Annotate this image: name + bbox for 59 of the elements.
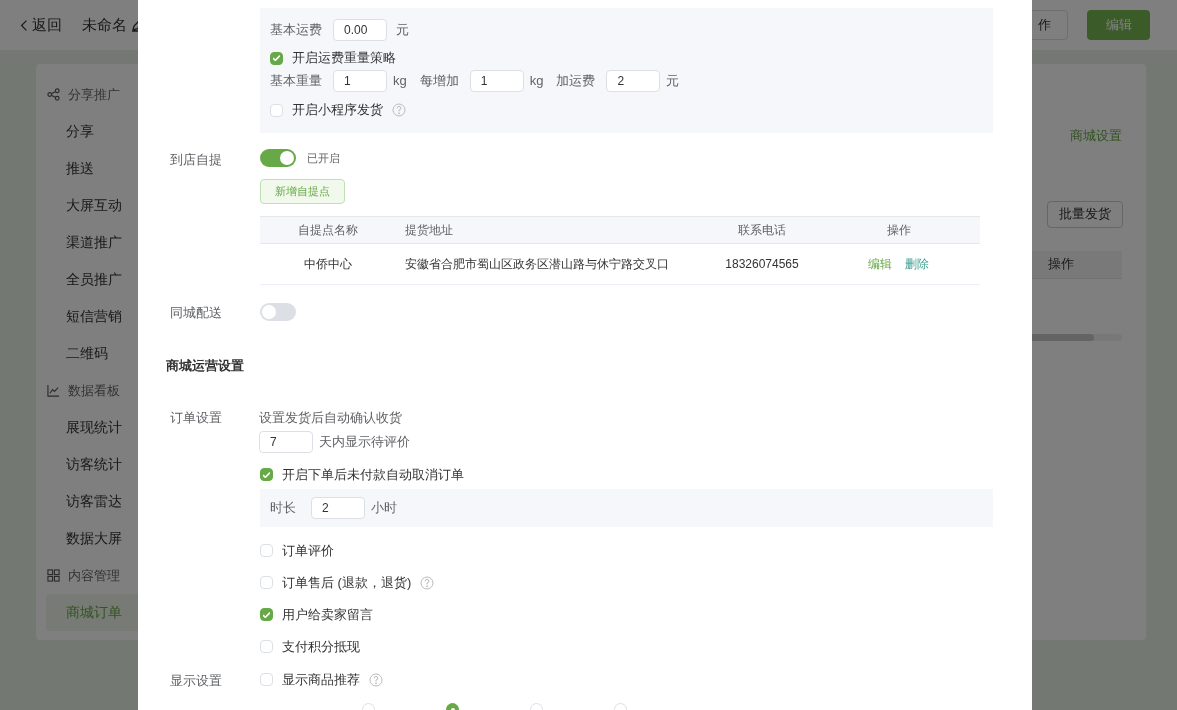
toggle-switch[interactable] bbox=[260, 149, 296, 167]
section-title: 商城运营设置 bbox=[165, 356, 245, 375]
checkbox[interactable] bbox=[260, 468, 273, 481]
number-field[interactable]: 2 bbox=[606, 70, 661, 92]
unit-label: 天内显示待评价 bbox=[319, 432, 410, 451]
check-icon bbox=[263, 471, 270, 478]
unit-label: 元 bbox=[666, 72, 680, 91]
number-field[interactable]: 1 bbox=[469, 70, 524, 92]
field-label: 时长 bbox=[270, 498, 296, 517]
field-label: 显示设置 bbox=[170, 672, 222, 688]
add-pickup-button[interactable]: 新增自提点 bbox=[260, 179, 345, 204]
edit-link[interactable]: 编辑 bbox=[868, 255, 892, 273]
toggle-status: 已开启 bbox=[307, 150, 340, 166]
field-label: 加运费 bbox=[556, 72, 596, 91]
checkbox-label: 订单评价 bbox=[282, 541, 334, 560]
table-header-cell-text: 联系电话 bbox=[737, 222, 787, 239]
checkbox-label: 用户给卖家留言 bbox=[282, 605, 373, 624]
number-field[interactable]: 0.00 bbox=[333, 19, 387, 41]
unit-label: 小时 bbox=[371, 498, 397, 517]
checkbox[interactable] bbox=[270, 51, 283, 65]
unit-label: kg bbox=[393, 72, 407, 91]
field-label: 基本重量 bbox=[270, 72, 323, 91]
checkbox-label: 支付积分抵现 bbox=[282, 637, 360, 656]
field-label: 基本运费 bbox=[270, 21, 323, 40]
back-link[interactable]: 返回 bbox=[20, 13, 62, 37]
table-header-cell-text: 提货地址 bbox=[404, 222, 454, 239]
number-field[interactable]: 7 bbox=[259, 430, 313, 453]
field-label: 订单设置 bbox=[170, 410, 222, 425]
checkbox-label: 订单售后 (退款，退货) bbox=[282, 573, 412, 592]
number-field[interactable]: 1 bbox=[333, 70, 387, 92]
table-cell-text: 中侨中心 bbox=[302, 256, 353, 273]
number-field[interactable]: 2 bbox=[311, 496, 365, 519]
check-icon bbox=[263, 611, 270, 618]
page-title: 未命名 bbox=[82, 14, 127, 35]
checkbox-label: 开启运费重量策略 bbox=[292, 49, 396, 68]
share-icon bbox=[47, 88, 60, 101]
table-header-cell-text: 操作 bbox=[885, 222, 912, 239]
delete-link[interactable]: 删除 bbox=[905, 255, 929, 273]
checkbox-label: 显示商品推荐 bbox=[282, 670, 360, 689]
sidebar-group-title: 内容管理 bbox=[68, 566, 120, 585]
check-icon bbox=[273, 55, 280, 61]
field-label: 到店自提 bbox=[170, 152, 222, 167]
sidebar-group-title: 数据看板 bbox=[68, 381, 120, 400]
toggle-switch[interactable] bbox=[260, 303, 296, 321]
field-label: 同城配送 bbox=[170, 305, 222, 320]
sidebar-group-title: 分享推广 bbox=[68, 85, 120, 104]
batch-ship-button[interactable]: 批量发货 bbox=[1047, 200, 1123, 228]
unit-label: kg bbox=[529, 72, 544, 91]
table-header-cell-text: 自提点名称 bbox=[296, 222, 359, 239]
checkbox-label: 开启小程序发货 bbox=[292, 101, 383, 120]
unit-label: 元 bbox=[396, 21, 409, 40]
line-chart-icon bbox=[47, 384, 60, 397]
checkbox-label: 开启下单后未付款自动取消订单 bbox=[282, 465, 464, 484]
grid-icon bbox=[47, 569, 60, 582]
table-cell-text: 18326074565 bbox=[724, 256, 800, 273]
chevron-left-icon bbox=[20, 18, 28, 32]
settings-text: 设置发货后自动确认收货 bbox=[259, 409, 403, 427]
field-label: 每增加 bbox=[419, 72, 459, 91]
checkbox[interactable] bbox=[260, 608, 273, 621]
